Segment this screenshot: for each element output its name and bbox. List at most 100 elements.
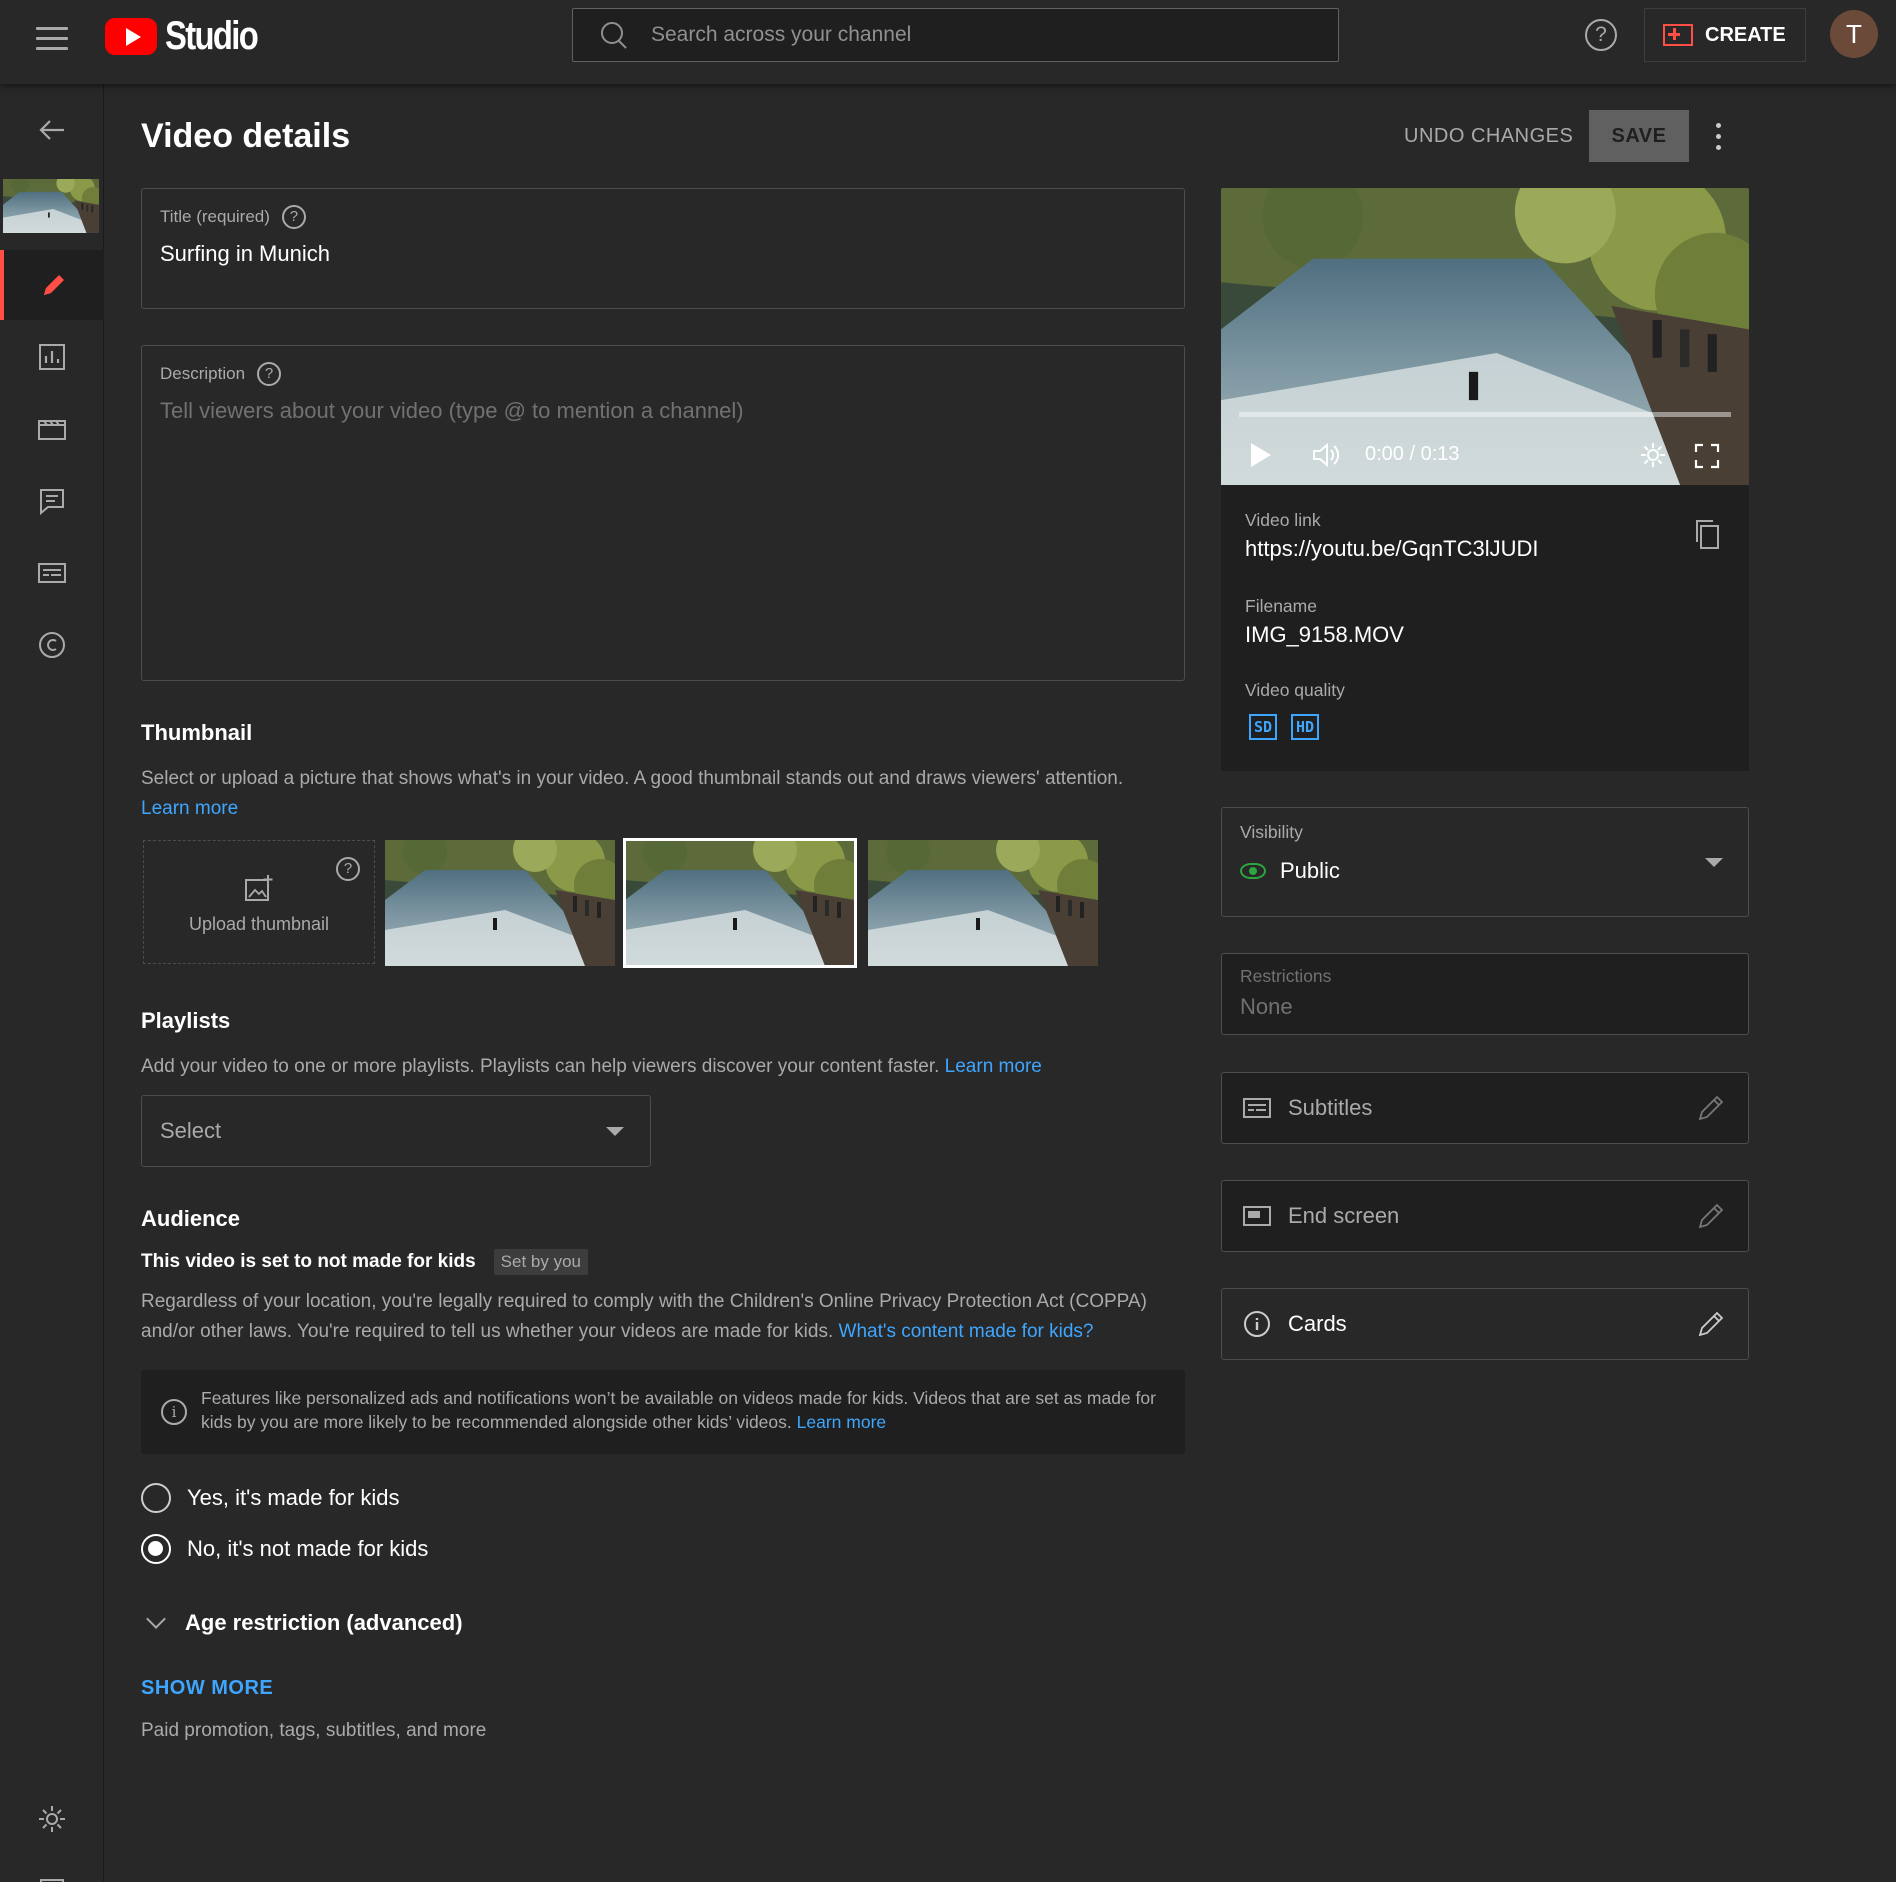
- restrictions-value: None: [1240, 994, 1293, 1019]
- more-options-icon[interactable]: [1708, 120, 1728, 152]
- playlists-text: Add your video to one or more playlists.…: [141, 1056, 940, 1077]
- cards-row[interactable]: Cards: [1221, 1288, 1749, 1360]
- undo-changes-button[interactable]: UNDO CHANGES: [1390, 110, 1587, 162]
- age-restriction-label: Age restriction (advanced): [185, 1610, 463, 1635]
- nav-editor[interactable]: [0, 394, 104, 464]
- dropdown-arrow-icon: [1705, 858, 1723, 867]
- age-restriction-toggle[interactable]: Age restriction (advanced): [145, 1609, 463, 1636]
- playlists-learn-more-link[interactable]: Learn more: [945, 1056, 1042, 1077]
- playlists-heading: Playlists: [141, 1008, 231, 1033]
- thumbnail-option-2[interactable]: [623, 838, 857, 968]
- audience-description: Regardless of your location, you're lega…: [141, 1287, 1201, 1347]
- nav-details[interactable]: [0, 250, 104, 320]
- visibility-dropdown[interactable]: Visibility Public: [1221, 807, 1749, 917]
- info-icon: i: [161, 1399, 187, 1425]
- settings-icon[interactable]: [1639, 441, 1667, 469]
- upload-thumbnail-label: Upload thumbnail: [188, 914, 330, 934]
- made-for-kids-yes-option[interactable]: Yes, it's made for kids: [141, 1483, 399, 1513]
- settings-icon: [39, 1806, 65, 1832]
- playlists-description: Add your video to one or more playlists.…: [141, 1052, 1201, 1082]
- create-label: CREATE: [1705, 23, 1786, 46]
- video-link[interactable]: https://youtu.be/GqnTC3lJUDI: [1245, 536, 1538, 562]
- pencil-icon: [44, 275, 64, 295]
- show-more-description: Paid promotion, tags, subtitles, and mor…: [141, 1720, 487, 1741]
- search-input[interactable]: [651, 23, 1251, 47]
- audience-status-row: This video is set to not made for kids S…: [141, 1249, 588, 1275]
- feedback-icon: [40, 1879, 64, 1882]
- volume-icon[interactable]: [1311, 441, 1341, 469]
- video-progress-bar[interactable]: [1239, 412, 1731, 417]
- description-input[interactable]: Tell viewers about your video (type @ to…: [160, 398, 744, 424]
- upload-thumbnail-button[interactable]: ? Upload thumbnail: [143, 840, 375, 964]
- title-field[interactable]: Title (required) ? Surfing in Munich: [141, 188, 1185, 309]
- copy-icon[interactable]: [1693, 518, 1721, 550]
- dropdown-arrow-icon: [606, 1127, 624, 1136]
- chevron-down-icon: [146, 1609, 166, 1629]
- made-for-kids-link[interactable]: What's content made for kids?: [839, 1321, 1094, 1342]
- subtitles-label: Subtitles: [1288, 1095, 1373, 1120]
- info-message: Features like personalized ads and notif…: [201, 1388, 1156, 1432]
- visibility-value: Public: [1280, 858, 1340, 883]
- nav-subtitles[interactable]: [0, 538, 104, 608]
- title-input[interactable]: Surfing in Munich: [160, 241, 330, 267]
- video-thumbnail[interactable]: [3, 179, 99, 233]
- video-quality-label: Video quality: [1245, 680, 1345, 700]
- nav-analytics[interactable]: [0, 322, 104, 392]
- cards-label: Cards: [1288, 1311, 1347, 1336]
- left-sidebar: [0, 84, 104, 1882]
- help-icon[interactable]: ?: [257, 362, 282, 386]
- help-icon[interactable]: ?: [1585, 19, 1617, 51]
- title-label: Title (required): [160, 207, 270, 226]
- description-label: Description: [160, 364, 246, 383]
- create-button[interactable]: CREATE: [1644, 8, 1806, 62]
- menu-icon[interactable]: [36, 22, 68, 54]
- save-button[interactable]: SAVE: [1589, 110, 1689, 162]
- video-player[interactable]: 0:00 / 0:13: [1221, 188, 1749, 485]
- nav-comments[interactable]: [0, 466, 104, 536]
- end-screen-icon: [1243, 1206, 1271, 1226]
- pencil-icon[interactable]: [1696, 1093, 1726, 1123]
- made-for-kids-no-option[interactable]: No, it's not made for kids: [141, 1534, 428, 1564]
- studio-logo[interactable]: Studio: [105, 14, 277, 58]
- thumbnail-option-3[interactable]: [868, 840, 1098, 966]
- editor-icon: [38, 420, 66, 440]
- visibility-value-row: Public: [1240, 858, 1340, 884]
- set-by-you-badge: Set by you: [493, 1249, 588, 1275]
- filename-value: IMG_9158.MOV: [1245, 622, 1404, 647]
- nav-copyright[interactable]: [0, 610, 104, 680]
- subtitles-icon: [1243, 1098, 1271, 1118]
- add-image-icon: [245, 875, 273, 901]
- filename-label: Filename: [1245, 596, 1317, 616]
- show-more-button[interactable]: SHOW MORE: [141, 1677, 273, 1700]
- help-icon[interactable]: ?: [336, 857, 360, 881]
- subtitles-row[interactable]: Subtitles: [1221, 1072, 1749, 1144]
- fullscreen-icon[interactable]: [1694, 443, 1720, 469]
- search-icon[interactable]: [599, 20, 629, 50]
- pencil-icon[interactable]: [1696, 1309, 1726, 1339]
- info-learn-more-link[interactable]: Learn more: [797, 1412, 887, 1432]
- account-avatar[interactable]: T: [1830, 10, 1878, 58]
- description-field[interactable]: Description ? Tell viewers about your vi…: [141, 345, 1185, 681]
- subtitles-icon: [38, 563, 66, 583]
- search-bar[interactable]: [572, 8, 1339, 62]
- video-link-label: Video link: [1245, 510, 1321, 530]
- radio-yes[interactable]: [141, 1483, 171, 1513]
- radio-no[interactable]: [141, 1534, 171, 1564]
- nav-settings[interactable]: [0, 1784, 104, 1854]
- description-label-row: Description ?: [160, 362, 282, 386]
- play-icon[interactable]: [1251, 443, 1271, 467]
- pencil-icon[interactable]: [1696, 1201, 1726, 1231]
- thumbnail-option-1[interactable]: [385, 840, 615, 966]
- top-bar: Studio ? CREATE T: [0, 0, 1896, 84]
- back-arrow-icon[interactable]: [36, 114, 68, 146]
- thumbnail-description: Select or upload a picture that shows wh…: [141, 764, 1201, 824]
- end-screen-row[interactable]: End screen: [1221, 1180, 1749, 1252]
- thumbnail-learn-more-link[interactable]: Learn more: [141, 798, 238, 819]
- comments-icon: [40, 489, 64, 516]
- info-text: Features like personalized ads and notif…: [201, 1386, 1161, 1434]
- info-icon: [1244, 1311, 1270, 1337]
- end-screen-label: End screen: [1288, 1203, 1400, 1228]
- help-icon[interactable]: ?: [281, 205, 306, 229]
- playlist-select[interactable]: Select: [141, 1095, 651, 1167]
- nav-feedback[interactable]: [0, 1856, 104, 1882]
